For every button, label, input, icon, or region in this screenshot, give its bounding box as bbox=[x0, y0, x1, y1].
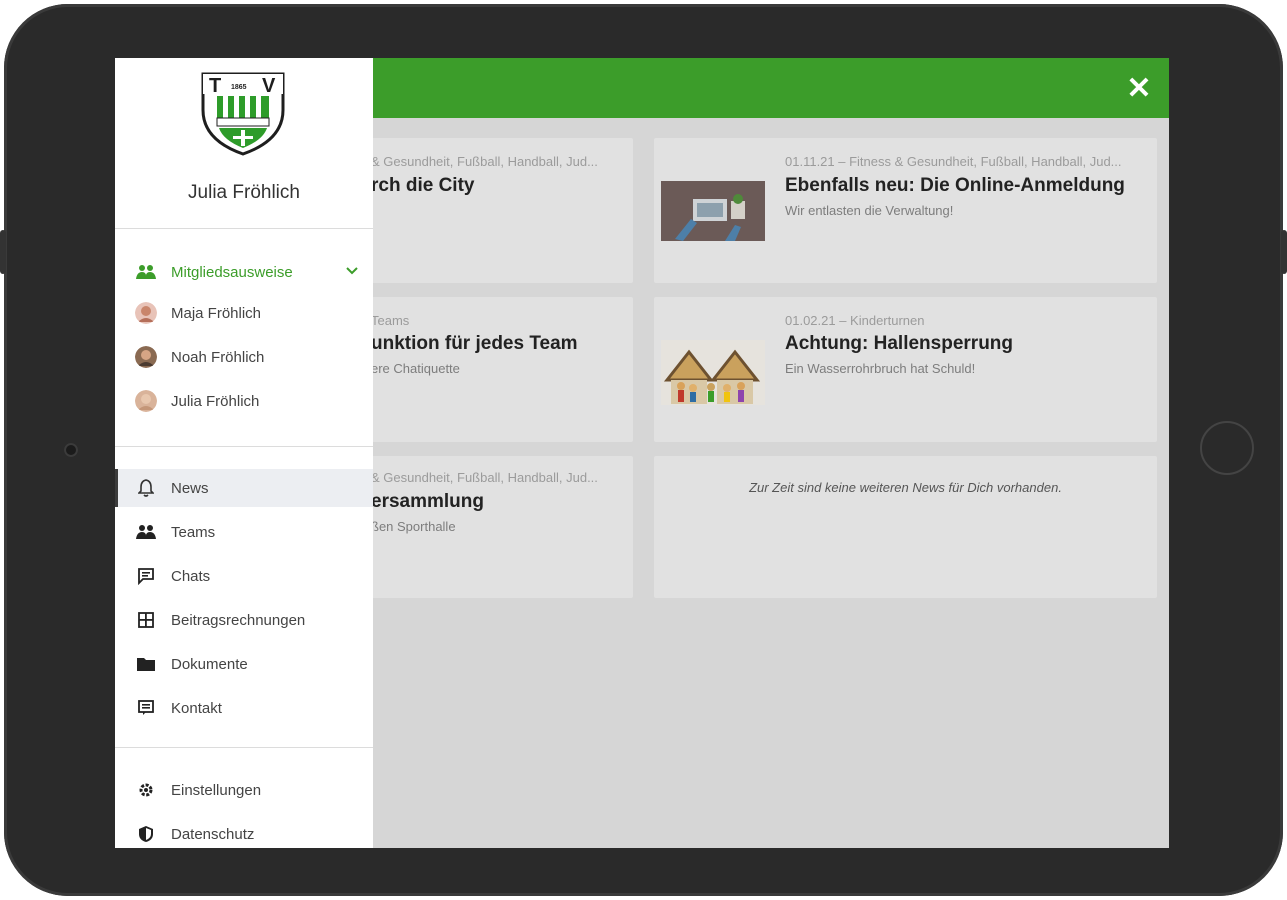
empty-news-card: Zur Zeit sind keine weiteren News für Di… bbox=[654, 456, 1157, 598]
people-icon bbox=[135, 261, 157, 283]
avatar bbox=[135, 390, 157, 412]
nav-item-label: Datenschutz bbox=[171, 825, 255, 843]
nav-item-chats[interactable]: Chats bbox=[115, 557, 373, 595]
home-button[interactable] bbox=[1200, 421, 1254, 475]
news-meta: & Gesundheit, Fußball, Handball, Jud... bbox=[371, 154, 598, 169]
club-logo: T V 1865 bbox=[201, 72, 285, 156]
nav-item-label: Chats bbox=[171, 567, 211, 585]
news-card[interactable]: 01.11.21 – Fitness & Gesundheit, Fußball… bbox=[654, 138, 1157, 283]
divider bbox=[115, 228, 373, 229]
navigation-drawer: T V 1865 Julia Fröhlich Mitgliedsausweis… bbox=[115, 58, 373, 848]
news-subtitle: Ein Wasserrohrbruch hat Schuld! bbox=[785, 361, 976, 376]
news-thumbnail bbox=[661, 181, 765, 241]
nav-item-settings[interactable]: Einstellungen bbox=[115, 771, 373, 809]
avatar bbox=[135, 302, 157, 324]
news-meta: & Gesundheit, Fußball, Handball, Jud... bbox=[371, 470, 598, 485]
front-camera bbox=[64, 443, 78, 457]
news-title: Achtung: Hallensperrung bbox=[785, 333, 1014, 354]
gear-icon bbox=[135, 779, 157, 801]
member-cards-label: Mitgliedsausweise bbox=[171, 263, 293, 281]
svg-text:V: V bbox=[262, 75, 276, 97]
chat-icon bbox=[135, 565, 157, 587]
member-name: Julia Fröhlich bbox=[171, 392, 260, 410]
member-name: Maja Fröhlich bbox=[171, 304, 262, 322]
nav-item-label: Kontakt bbox=[171, 699, 222, 717]
avatar bbox=[135, 346, 157, 368]
bell-icon bbox=[135, 477, 157, 499]
news-meta: 01.11.21 – Fitness & Gesundheit, Fußball… bbox=[785, 154, 1122, 169]
close-icon[interactable]: ✕ bbox=[1123, 72, 1155, 105]
svg-text:1865: 1865 bbox=[231, 84, 247, 91]
nav-item-label: Beitragsrechnungen bbox=[171, 611, 306, 629]
news-meta: 01.02.21 – Kinderturnen bbox=[785, 313, 925, 328]
news-card[interactable]: 01.02.21 – Kinderturnen Achtung: Hallens… bbox=[654, 297, 1157, 442]
user-name: Julia Fröhlich bbox=[188, 182, 300, 203]
divider bbox=[115, 747, 373, 748]
tablet-side-button bbox=[1281, 230, 1287, 274]
nav-item-documents[interactable]: Dokumente bbox=[115, 645, 373, 683]
nav-item-contact[interactable]: Kontakt bbox=[115, 689, 373, 727]
member-item[interactable]: Noah Fröhlich bbox=[115, 338, 373, 376]
news-subtitle: ßen Sporthalle bbox=[371, 519, 456, 534]
news-title: rch die City bbox=[371, 175, 475, 196]
nav-item-label: Dokumente bbox=[171, 655, 248, 673]
member-name: Noah Fröhlich bbox=[171, 348, 265, 366]
news-title: unktion für jedes Team bbox=[371, 333, 578, 354]
people-icon bbox=[135, 521, 157, 543]
svg-text:T: T bbox=[209, 75, 221, 97]
contact-icon bbox=[135, 697, 157, 719]
nav-item-label: Teams bbox=[171, 523, 216, 541]
invoice-icon bbox=[135, 609, 157, 631]
tablet-side-button bbox=[0, 230, 6, 274]
nav-item-teams[interactable]: Teams bbox=[115, 513, 373, 551]
news-meta: Teams bbox=[371, 313, 410, 328]
nav-item-label: News bbox=[171, 479, 209, 497]
nav-item-privacy[interactable]: Datenschutz bbox=[115, 815, 373, 848]
divider bbox=[115, 446, 373, 447]
news-title: ersammlung bbox=[371, 491, 484, 512]
news-subtitle: Wir entlasten die Verwaltung! bbox=[785, 203, 954, 218]
nav-item-invoices[interactable]: Beitragsrechnungen bbox=[115, 601, 373, 639]
chevron-down-icon bbox=[346, 267, 358, 275]
nav-item-news[interactable]: News bbox=[115, 469, 373, 507]
folder-icon bbox=[135, 653, 157, 675]
nav-item-label: Einstellungen bbox=[171, 781, 262, 799]
member-item[interactable]: Maja Fröhlich bbox=[115, 294, 373, 332]
news-subtitle: ere Chatiquette bbox=[371, 361, 460, 376]
member-item[interactable]: Julia Fröhlich bbox=[115, 382, 373, 420]
empty-news-message: Zur Zeit sind keine weiteren News für Di… bbox=[749, 480, 1062, 495]
app-screen: ✕ & Gesundheit, Fußball, Handball, Jud..… bbox=[115, 58, 1169, 848]
news-title: Ebenfalls neu: Die Online-Anmeldung bbox=[785, 175, 1125, 196]
member-cards-toggle[interactable]: Mitgliedsausweise bbox=[115, 253, 373, 291]
news-thumbnail bbox=[661, 340, 765, 405]
shield-icon bbox=[135, 823, 157, 845]
